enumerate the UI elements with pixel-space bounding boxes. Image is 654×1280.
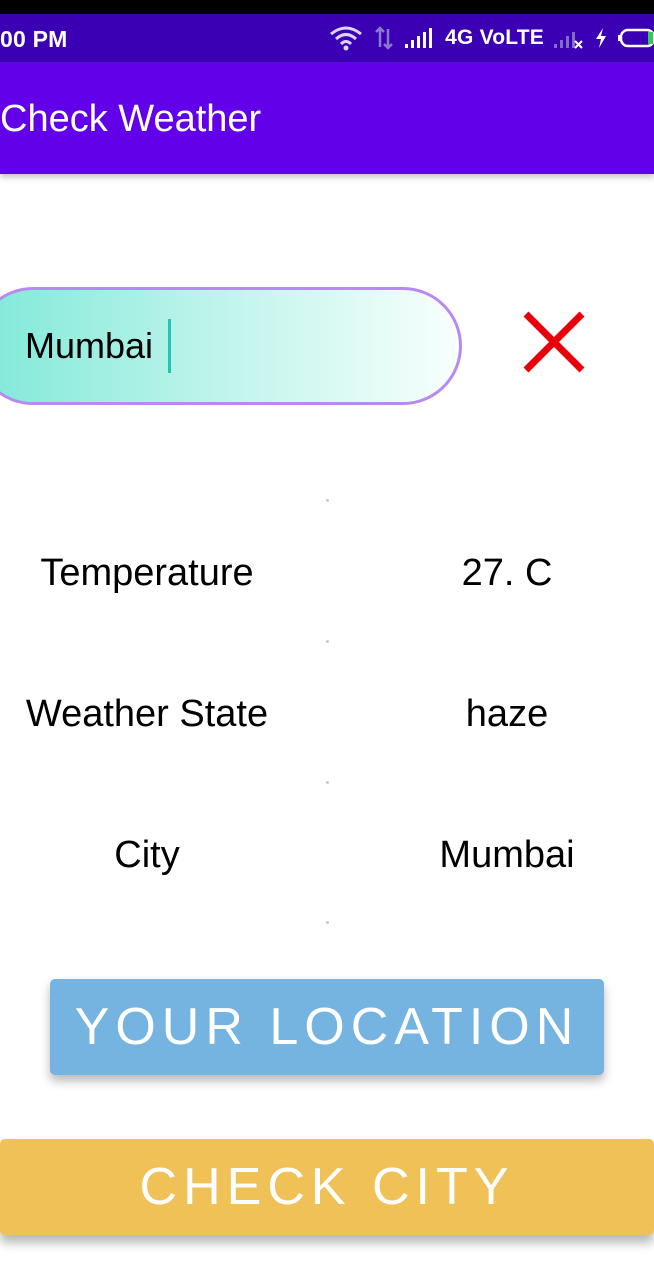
battery-icon [618,27,654,49]
weather-state-value: haze [465,693,549,735]
charging-icon [594,27,608,49]
clear-input-button[interactable] [516,304,592,380]
text-cursor [168,319,171,373]
status-time: 00 PM [0,26,68,52]
temperature-label: Temperature [40,552,254,594]
divider-dot [326,640,329,643]
city-value: Mumbai [439,834,575,876]
check-city-label: CHECK CITY [139,1158,515,1216]
check-city-button[interactable]: CHECK CITY [0,1139,654,1235]
app-bar: Check Weather [0,62,654,174]
signal-icon [405,27,435,49]
app-title: Check Weather [0,98,262,140]
divider-dot [326,921,329,924]
status-icons: 4G VoLTE [329,22,654,54]
temperature-value: 27. C [461,552,553,594]
city-label: City [114,834,180,876]
divider-dot [326,781,329,784]
data-arrows-icon [373,25,395,51]
your-location-button[interactable]: YOUR LOCATION [50,979,604,1075]
wifi-icon [329,25,363,51]
status-bar: 00 PM 4G VoLTE [0,14,654,62]
top-black-strip [0,0,654,14]
network-label: 4G VoLTE [445,26,544,49]
weather-state-label: Weather State [25,693,269,735]
divider-dot [326,499,329,502]
city-input[interactable] [0,287,462,405]
no-signal-icon [554,27,584,49]
close-icon [523,311,585,373]
your-location-label: YOUR LOCATION [74,998,580,1056]
